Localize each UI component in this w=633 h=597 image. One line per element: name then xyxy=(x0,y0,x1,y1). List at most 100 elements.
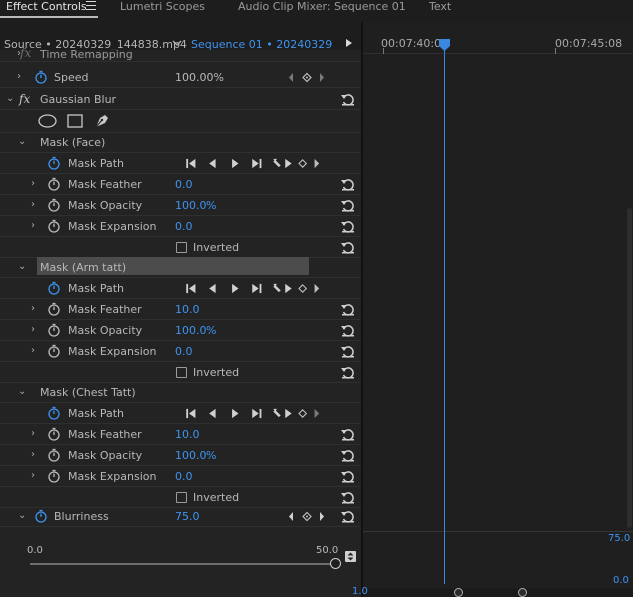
reset-icon[interactable] xyxy=(341,178,355,191)
stopwatch-icon[interactable] xyxy=(34,509,48,523)
reset-icon[interactable] xyxy=(341,428,355,441)
inverted-checkbox[interactable] xyxy=(176,492,187,503)
show-timeline-arrow-icon[interactable] xyxy=(346,39,352,47)
mask-feather-row[interactable]: › Mask Feather 0.0 xyxy=(0,174,361,195)
blurriness-row[interactable]: ⌄ Blurriness 75.0 xyxy=(0,506,361,527)
time-ruler[interactable]: 00:07:40:00 00:07:45:08 xyxy=(363,22,633,54)
stopwatch-icon[interactable] xyxy=(47,448,61,462)
mask-path-row[interactable]: Mask Path xyxy=(0,278,361,299)
mask-tracking-controls[interactable] xyxy=(180,158,330,169)
ellipse-mask-icon[interactable] xyxy=(38,114,57,128)
speed-value[interactable]: 100.00% xyxy=(175,71,224,84)
fx-icon[interactable]: fx xyxy=(19,92,30,106)
mask-feather-value[interactable]: 10.0 xyxy=(175,303,200,316)
reset-icon[interactable] xyxy=(341,93,355,106)
inverted-checkbox[interactable] xyxy=(176,367,187,378)
twirl-icon[interactable]: › xyxy=(31,471,41,481)
chevron-down-icon[interactable] xyxy=(172,36,184,50)
reset-icon[interactable] xyxy=(341,510,355,523)
stopwatch-icon[interactable] xyxy=(47,469,61,483)
mask-header-row[interactable]: ⌄ Mask (Face) xyxy=(0,132,361,153)
twirl-icon[interactable]: › xyxy=(31,450,41,460)
mask-opacity-value[interactable]: 100.0 xyxy=(175,449,207,462)
tab-lumetri-scopes[interactable]: Lumetri Scopes xyxy=(120,0,205,18)
twirl-open-icon[interactable]: ⌄ xyxy=(6,94,16,104)
twirl-icon[interactable]: › xyxy=(31,429,41,439)
mask-feather-value[interactable]: 10.0 xyxy=(175,428,200,441)
mask-tracking-controls[interactable] xyxy=(180,408,330,419)
mask-header-row[interactable]: ⌄ Mask (Chest Tatt) xyxy=(0,382,361,403)
blurriness-slider-track[interactable] xyxy=(30,563,335,565)
mask-name[interactable]: Mask (Arm tatt) xyxy=(40,261,126,274)
twirl-icon[interactable]: › xyxy=(31,325,41,335)
mask-inverted-row[interactable]: Inverted xyxy=(0,362,361,383)
mask-feather-row[interactable]: › Mask Feather 10.0 xyxy=(0,424,361,445)
mask-opacity-row[interactable]: › Mask Opacity 100.0 % xyxy=(0,445,361,466)
zoom-start-handle[interactable] xyxy=(454,588,463,597)
mask-path-row[interactable]: Mask Path xyxy=(0,403,361,424)
stopwatch-icon[interactable] xyxy=(47,198,61,212)
mask-header-row[interactable]: ⌄ Mask (Arm tatt) xyxy=(0,257,361,278)
tab-audio-clip-mixer[interactable]: Audio Clip Mixer: Sequence 01 xyxy=(238,0,406,18)
reset-icon[interactable] xyxy=(341,241,355,254)
mask-name[interactable]: Mask (Chest Tatt) xyxy=(40,386,136,399)
stopwatch-icon[interactable] xyxy=(47,406,61,420)
playhead-line[interactable] xyxy=(444,44,445,584)
keyframe-nav-icon[interactable] xyxy=(288,72,326,83)
mask-expansion-row[interactable]: › Mask Expansion 0.0 xyxy=(0,466,361,487)
mask-name[interactable]: Mask (Face) xyxy=(40,136,105,149)
blurriness-slider-knob[interactable] xyxy=(330,558,341,569)
twirl-open-icon[interactable]: ⌄ xyxy=(18,387,28,397)
twirl-open-icon[interactable]: ⌄ xyxy=(18,137,28,147)
stopwatch-icon[interactable] xyxy=(47,219,61,233)
mask-expansion-row[interactable]: › Mask Expansion 0.0 xyxy=(0,216,361,237)
tab-text[interactable]: Text xyxy=(429,0,451,18)
reset-icon[interactable] xyxy=(341,470,355,483)
effect-timeline[interactable]: 00:07:40:00 00:07:45:08 75.0 0.0 1.0 xyxy=(352,22,633,597)
blurriness-value[interactable]: 75.0 xyxy=(175,510,200,523)
keyframe-nav-icon[interactable] xyxy=(288,511,326,522)
twirl-open-icon[interactable]: ⌄ xyxy=(18,511,28,521)
mask-expansion-value[interactable]: 0.0 xyxy=(175,220,193,233)
mask-opacity-row[interactable]: › Mask Opacity 100.0 % xyxy=(0,320,361,341)
reset-icon[interactable] xyxy=(341,303,355,316)
time-remapping-row[interactable]: › fx Time Remapping xyxy=(0,46,361,62)
twirl-icon[interactable]: › xyxy=(17,72,27,82)
mask-expansion-row[interactable]: › Mask Expansion 0.0 xyxy=(0,341,361,362)
mask-expansion-value[interactable]: 0.0 xyxy=(175,470,193,483)
mask-path-row[interactable]: Mask Path xyxy=(0,153,361,174)
twirl-icon[interactable]: › xyxy=(31,221,41,231)
zoom-end-handle[interactable] xyxy=(518,588,527,597)
stopwatch-icon[interactable] xyxy=(47,177,61,191)
mask-opacity-value[interactable]: 100.0 xyxy=(175,324,207,337)
twirl-icon[interactable]: › xyxy=(31,304,41,314)
stopwatch-icon[interactable] xyxy=(47,344,61,358)
mask-opacity-value[interactable]: 100.0 xyxy=(175,199,207,212)
mask-opacity-row[interactable]: › Mask Opacity 100.0 % xyxy=(0,195,361,216)
stopwatch-icon[interactable] xyxy=(34,70,48,84)
reset-icon[interactable] xyxy=(341,324,355,337)
stopwatch-icon[interactable] xyxy=(47,156,61,170)
stopwatch-icon[interactable] xyxy=(47,281,61,295)
mask-feather-value[interactable]: 0.0 xyxy=(175,178,193,191)
stopwatch-icon[interactable] xyxy=(47,302,61,316)
reset-icon[interactable] xyxy=(341,345,355,358)
expand-range-icon[interactable] xyxy=(345,551,356,562)
mask-inverted-row[interactable]: Inverted xyxy=(0,487,361,508)
mask-feather-row[interactable]: › Mask Feather 10.0 xyxy=(0,299,361,320)
inverted-checkbox[interactable] xyxy=(176,242,187,253)
twirl-open-icon[interactable]: ⌄ xyxy=(18,262,28,272)
mask-expansion-value[interactable]: 0.0 xyxy=(175,345,193,358)
timeline-zoom-bar[interactable]: 1.0 xyxy=(352,586,633,597)
reset-icon[interactable] xyxy=(341,366,355,379)
mask-inverted-row[interactable]: Inverted xyxy=(0,237,361,258)
rectangle-mask-icon[interactable] xyxy=(67,114,83,128)
reset-icon[interactable] xyxy=(341,199,355,212)
reset-icon[interactable] xyxy=(341,491,355,504)
twirl-icon[interactable]: › xyxy=(31,179,41,189)
twirl-icon[interactable]: › xyxy=(31,200,41,210)
mask-tracking-controls[interactable] xyxy=(180,283,330,294)
gaussian-blur-row[interactable]: ⌄ fx Gaussian Blur xyxy=(0,89,361,110)
stopwatch-icon[interactable] xyxy=(47,323,61,337)
timeline-scrollbar[interactable] xyxy=(627,208,632,528)
